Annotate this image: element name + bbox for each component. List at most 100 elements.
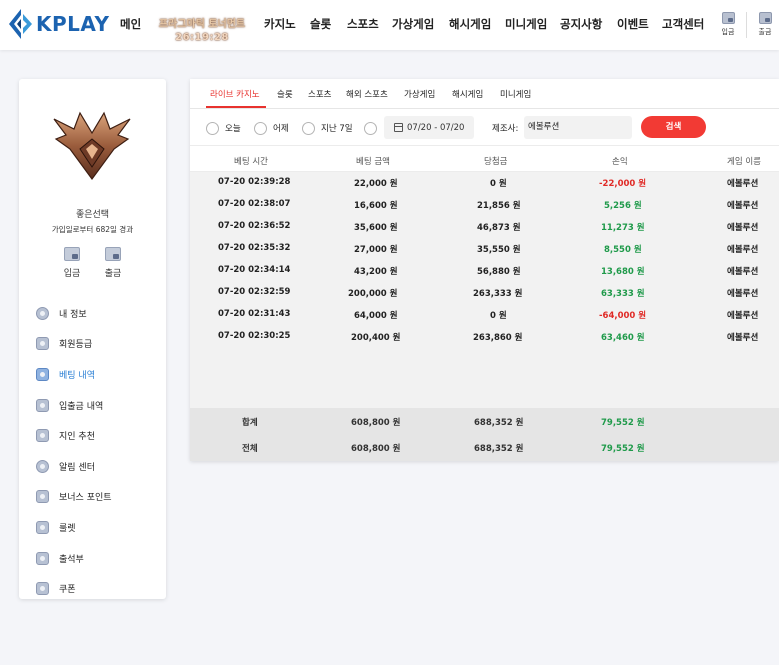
date-range-picker[interactable]: 07/20 - 07/20 bbox=[384, 116, 474, 139]
cell-profit-loss: 8,550 원 bbox=[604, 245, 642, 255]
sidebar-item-bonus-point[interactable]: 보너스 포인트 bbox=[36, 482, 161, 513]
sidebar-deposit-button[interactable]: 입금 bbox=[57, 247, 87, 279]
sidebar-item-my-info[interactable]: 내 정보 bbox=[36, 298, 161, 329]
table-row[interactable]: 07-20 02:31:43 64,000 원 0 원 -64,000 원 에볼… bbox=[190, 304, 779, 326]
sidebar-item-roulette[interactable]: 룰렛 bbox=[36, 512, 161, 543]
cell-time: 07-20 02:38:07 bbox=[218, 199, 291, 209]
radio-yesterday[interactable]: 어제 bbox=[254, 121, 289, 135]
active-tab-indicator bbox=[206, 106, 266, 108]
table-row[interactable]: 07-20 02:36:52 35,600 원 46,873 원 11,273 … bbox=[190, 216, 779, 238]
header-deposit-label: 입금 bbox=[721, 28, 735, 36]
table-row[interactable]: 07-20 02:39:28 22,000 원 0 원 -22,000 원 에볼… bbox=[190, 172, 779, 194]
tab-overseas-sports[interactable]: 해외 스포츠 bbox=[346, 88, 388, 100]
totals-bet: 608,800 원 bbox=[351, 444, 401, 454]
tab-mini-game[interactable]: 미니게임 bbox=[500, 88, 531, 100]
maker-select[interactable]: 에볼루션 bbox=[524, 116, 632, 139]
totals-label: 전체 bbox=[242, 444, 258, 454]
cell-time: 07-20 02:30:25 bbox=[218, 331, 291, 341]
cell-time: 07-20 02:31:43 bbox=[218, 309, 291, 319]
cell-bet: 200,000 원 bbox=[348, 289, 398, 299]
nav-sports[interactable]: 스포츠 bbox=[347, 16, 379, 32]
nav-notice[interactable]: 공지사항 bbox=[560, 16, 602, 32]
nav-main[interactable]: 메인 bbox=[120, 16, 141, 32]
sidebar-item-label: 지인 추천 bbox=[59, 432, 95, 443]
tab-sports[interactable]: 스포츠 bbox=[308, 88, 331, 100]
nav-mini-game[interactable]: 미니게임 bbox=[505, 16, 547, 32]
sidebar-deposit-label: 입금 bbox=[63, 269, 81, 279]
radio-label: 어제 bbox=[273, 124, 289, 134]
wallet-icon bbox=[758, 12, 772, 24]
cell-bet: 64,000 원 bbox=[354, 311, 398, 321]
header-divider bbox=[746, 12, 747, 38]
table-row[interactable]: 07-20 02:30:25 200,400 원 263,860 원 63,46… bbox=[190, 326, 779, 348]
sidebar-item-label: 룰렛 bbox=[59, 523, 76, 534]
sidebar-item-label: 보너스 포인트 bbox=[59, 493, 112, 504]
radio-circle bbox=[364, 121, 377, 135]
sidebar-item-coupon[interactable]: 쿠폰 bbox=[36, 573, 161, 604]
promo-tournament[interactable]: 프라그마틱 토너먼트 26:19:28 bbox=[154, 15, 250, 43]
cell-profit-loss: 5,256 원 bbox=[604, 201, 642, 211]
date-range-text: 07/20 - 07/20 bbox=[407, 122, 465, 133]
top-header: KPLAY 메인 프라그마틱 토너먼트 26:19:28 카지노 슬롯 스포츠 … bbox=[0, 0, 779, 50]
nav-slot[interactable]: 슬롯 bbox=[310, 16, 331, 32]
promo-title: 프라그마틱 토너먼트 bbox=[158, 19, 246, 30]
radio-circle bbox=[302, 121, 315, 135]
tab-virtual-game[interactable]: 가상게임 bbox=[404, 88, 435, 100]
radio-last-7-days[interactable]: 지난 7일 bbox=[302, 121, 353, 135]
coupon-icon bbox=[36, 582, 49, 596]
table-totals: 합계 608,800 원 688,352 원 79,552 원 전체 608,8… bbox=[190, 408, 779, 461]
sidebar-withdraw-button[interactable]: 출금 bbox=[98, 247, 128, 279]
calendar-icon bbox=[394, 123, 403, 132]
header-withdraw-label: 출금 bbox=[758, 28, 772, 36]
tab-hash-game[interactable]: 해시게임 bbox=[452, 88, 483, 100]
username: 좋은선택 bbox=[75, 210, 110, 220]
table-row[interactable]: 07-20 02:34:14 43,200 원 56,880 원 13,680 … bbox=[190, 260, 779, 282]
sidebar-item-label: 입출금 내역 bbox=[59, 401, 104, 412]
tab-slot[interactable]: 슬롯 bbox=[277, 88, 293, 100]
sidebar-item-betting-history[interactable]: 베팅 내역 bbox=[36, 359, 161, 390]
cell-time: 07-20 02:39:28 bbox=[218, 177, 291, 187]
sidebar-item-referral[interactable]: 지인 추천 bbox=[36, 420, 161, 451]
tab-live-casino[interactable]: 라이브 카지노 bbox=[210, 88, 260, 100]
kplay-logo-icon bbox=[9, 9, 32, 39]
search-button[interactable]: 검색 bbox=[641, 116, 706, 138]
cell-time: 07-20 02:36:52 bbox=[218, 221, 291, 231]
sidebar-item-attendance[interactable]: 출석부 bbox=[36, 543, 161, 574]
radio-custom-range[interactable] bbox=[364, 121, 383, 135]
wallet-icon bbox=[64, 247, 80, 261]
sidebar-item-member-grade[interactable]: 회원등급 bbox=[36, 329, 161, 360]
logo-text: KPLAY bbox=[36, 12, 110, 36]
cell-profit-loss: -64,000 원 bbox=[599, 311, 647, 321]
totals-win: 688,352 원 bbox=[474, 444, 524, 454]
transaction-icon bbox=[36, 398, 49, 412]
kplay-logo[interactable]: KPLAY bbox=[8, 8, 109, 40]
column-header-game-name: 게임 이름 bbox=[727, 157, 761, 167]
table-body: 07-20 02:39:28 22,000 원 0 원 -22,000 원 에볼… bbox=[190, 172, 779, 408]
cell-time: 07-20 02:34:14 bbox=[218, 265, 291, 275]
nav-customer-center[interactable]: 고객센터 bbox=[662, 16, 704, 32]
radio-label: 오늘 bbox=[225, 124, 241, 134]
cell-bet: 35,600 원 bbox=[354, 223, 398, 233]
nav-hash-game[interactable]: 해시게임 bbox=[449, 16, 491, 32]
sidebar-item-notification-center[interactable]: 알림 센터 bbox=[36, 451, 161, 482]
sidebar-item-label: 쿠폰 bbox=[59, 585, 76, 596]
cell-bet: 43,200 원 bbox=[354, 267, 398, 277]
nav-virtual-game[interactable]: 가상게임 bbox=[392, 16, 434, 32]
totals-win: 688,352 원 bbox=[474, 418, 524, 428]
radio-today[interactable]: 오늘 bbox=[206, 121, 241, 135]
roulette-icon bbox=[36, 520, 49, 534]
sidebar: 좋은선택 가입일로부터 682일 경과 입금 출금 내 정보 회원등급 베팅 내… bbox=[19, 79, 166, 599]
table-row[interactable]: 07-20 02:35:32 27,000 원 35,550 원 8,550 원… bbox=[190, 238, 779, 260]
cell-profit-loss: -22,000 원 bbox=[599, 179, 647, 189]
nav-event[interactable]: 이벤트 bbox=[617, 16, 649, 32]
sidebar-menu: 내 정보 회원등급 베팅 내역 입출금 내역 지인 추천 알림 센터 보너스 포… bbox=[36, 298, 161, 604]
user-icon bbox=[36, 306, 49, 320]
table-row[interactable]: 07-20 02:32:59 200,000 원 263,333 원 63,33… bbox=[190, 282, 779, 304]
filter-bar: 오늘 어제 지난 7일 07/20 - 07/20 제조사: 에볼루션 검색 bbox=[190, 110, 779, 146]
header-withdraw-button[interactable]: 출금 bbox=[755, 12, 775, 37]
table-row[interactable]: 07-20 02:38:07 16,600 원 21,856 원 5,256 원… bbox=[190, 194, 779, 216]
header-deposit-button[interactable]: 입금 bbox=[718, 12, 738, 37]
betting-history-icon bbox=[36, 367, 49, 381]
sidebar-item-transaction-history[interactable]: 입출금 내역 bbox=[36, 390, 161, 421]
nav-casino[interactable]: 카지노 bbox=[264, 16, 296, 32]
